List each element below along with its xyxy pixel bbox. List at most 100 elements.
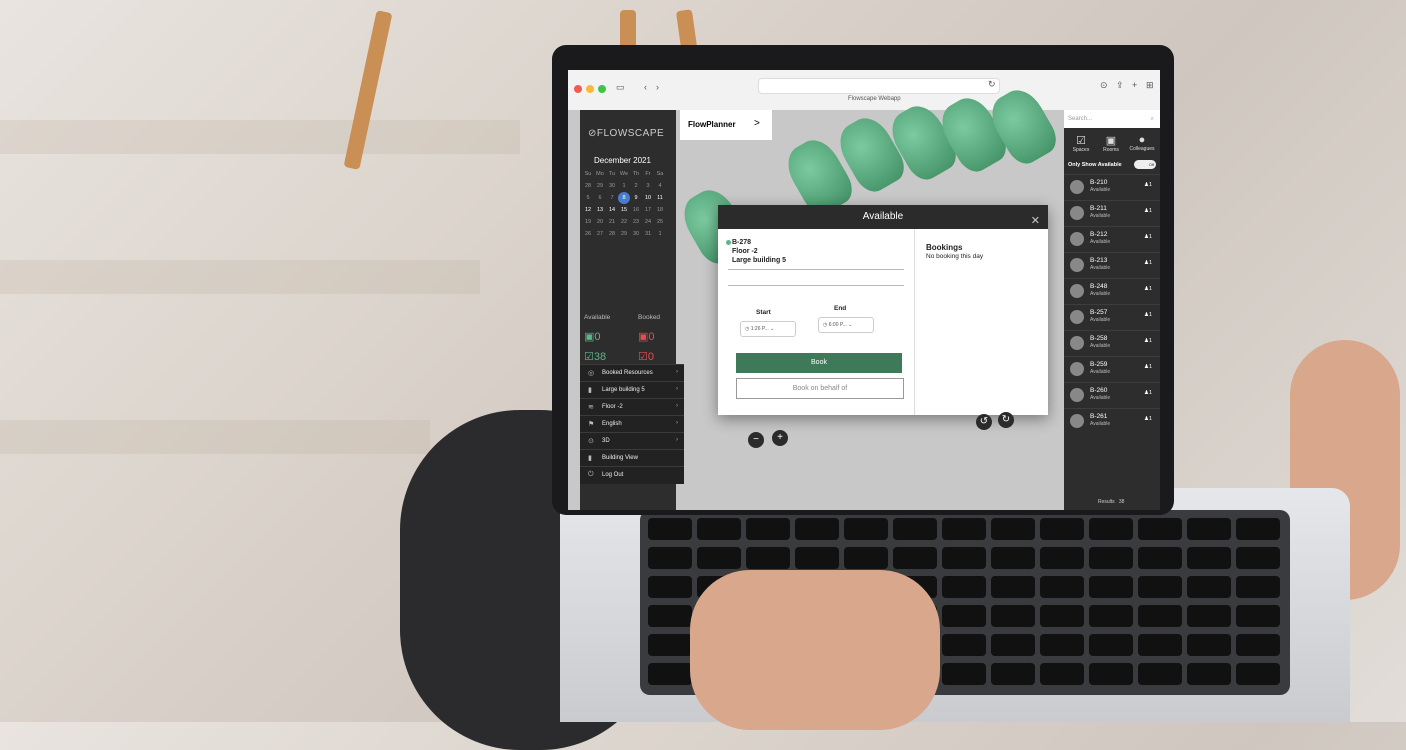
chevron-right-icon: › (676, 369, 678, 375)
menu-3d[interactable]: ⊙ 3D › (580, 432, 684, 450)
calendar-day[interactable]: 29 (594, 180, 606, 192)
calendar-day[interactable]: 2 (630, 180, 642, 192)
flowplanner-bar[interactable]: FlowPlanner > (680, 110, 772, 140)
rotate-left-button[interactable]: ↺ (976, 414, 992, 430)
address-bar[interactable] (758, 78, 1000, 94)
calendar-day[interactable]: 1 (618, 180, 630, 192)
list-item[interactable]: B-248 Available ♟1 (1064, 278, 1160, 304)
calendar-day[interactable]: 30 (606, 180, 618, 192)
calendar-day[interactable]: 30 (630, 228, 642, 240)
zoom-out-button[interactable]: − (748, 432, 764, 448)
minimize-window-button[interactable] (586, 85, 594, 93)
keyboard-key (1040, 518, 1084, 540)
weekday-label: Fr (645, 171, 651, 177)
calendar-day[interactable]: 14 (606, 204, 618, 216)
calendar-day[interactable]: 5 (582, 192, 594, 204)
book-on-behalf-button[interactable]: Book on behalf of (736, 378, 904, 399)
calendar-day[interactable]: 20 (594, 216, 606, 228)
tab-rooms[interactable]: ▣ Rooms (1096, 134, 1126, 153)
calendar-day[interactable]: 17 (642, 204, 654, 216)
calendar-day[interactable]: 22 (618, 216, 630, 228)
calendar-day[interactable]: 28 (582, 180, 594, 192)
tabs-overview-icon[interactable]: ⊞ (1146, 80, 1154, 91)
calendar-day[interactable]: 3 (642, 180, 654, 192)
list-item[interactable]: B-212 Available ♟1 (1064, 226, 1160, 252)
download-icon[interactable]: ⊙ (1100, 80, 1108, 91)
menu-booked-resources[interactable]: ◎ Booked Resources › (580, 364, 684, 382)
list-item[interactable]: B-213 Available ♟1 (1064, 252, 1160, 278)
list-item[interactable]: B-211 Available ♟1 (1064, 200, 1160, 226)
new-tab-icon[interactable]: + (1132, 80, 1137, 90)
close-window-button[interactable] (574, 85, 582, 93)
list-item[interactable]: B-210 Available ♟1 (1064, 174, 1160, 200)
tab-colleagues[interactable]: ● Colleagues (1127, 134, 1157, 152)
menu-building[interactable]: ▮ Large building 5 › (580, 381, 684, 399)
keyboard-key (1089, 518, 1133, 540)
3d-icon: ⊙ (588, 438, 594, 445)
calendar-day[interactable]: 28 (606, 228, 618, 240)
keyboard-key (1040, 576, 1084, 598)
sidebar-toggle-icon[interactable]: ▭ (616, 82, 625, 93)
keyboard-key (1138, 634, 1182, 656)
calendar-day[interactable]: 19 (582, 216, 594, 228)
power-icon: ⏻ (588, 471, 594, 478)
calendar-day[interactable]: 25 (654, 216, 666, 228)
calendar-day[interactable]: 13 (594, 204, 606, 216)
keyboard-key (648, 605, 692, 627)
list-item[interactable]: B-257 Available ♟1 (1064, 304, 1160, 330)
calendar-day[interactable]: 29 (618, 228, 630, 240)
keyboard-key (1187, 547, 1231, 569)
keyboard-key (697, 518, 741, 540)
calendar-day[interactable]: 4 (654, 180, 666, 192)
calendar-day[interactable]: 12 (582, 204, 594, 216)
calendar-day[interactable]: 31 (642, 228, 654, 240)
menu-floor[interactable]: ≋ Floor -2 › (580, 398, 684, 416)
tab-spaces[interactable]: ☑ Spaces (1066, 134, 1096, 153)
calendar-day[interactable]: 24 (642, 216, 654, 228)
booked-spaces-value: 0 (647, 351, 654, 363)
back-icon[interactable]: ‹ (644, 82, 647, 92)
calendar-day[interactable]: 15 (618, 204, 630, 216)
calendar-day-selected[interactable]: 8 (618, 192, 630, 204)
floor-plank (0, 260, 480, 294)
calendar-day[interactable]: 9 (630, 192, 642, 204)
calendar-day[interactable]: 6 (594, 192, 606, 204)
resource-name: B-257 (1090, 309, 1108, 316)
start-time-select[interactable]: ◷ 1:26 P... ⌄ (740, 321, 796, 337)
list-item[interactable]: B-260 Available ♟1 (1064, 382, 1160, 408)
tab-label: Spaces (1072, 147, 1090, 153)
close-icon[interactable]: ✕ (1031, 209, 1040, 233)
only-available-toggle[interactable]: Off (1134, 160, 1156, 169)
booked-label: Booked (638, 314, 661, 321)
maximize-window-button[interactable] (598, 85, 606, 93)
list-item[interactable]: B-261 Available ♟1 (1064, 408, 1160, 434)
book-button[interactable]: Book (736, 353, 902, 373)
forward-icon[interactable]: › (656, 82, 659, 92)
menu-building-view[interactable]: ▮ Building View (580, 449, 684, 467)
calendar-day[interactable]: 1 (654, 228, 666, 240)
menu-language[interactable]: ⚑ English › (580, 415, 684, 433)
calendar-day[interactable]: 18 (654, 204, 666, 216)
end-time-select[interactable]: ◷ 6:00 P... ⌄ (818, 317, 874, 333)
share-icon[interactable]: ⇪ (1116, 80, 1124, 91)
calendar-day[interactable]: 21 (606, 216, 618, 228)
list-item[interactable]: B-259 Available ♟1 (1064, 356, 1160, 382)
resource-floor: Floor -2 (732, 248, 758, 255)
calendar-day[interactable]: 11 (654, 192, 666, 204)
keyboard-key (844, 547, 888, 569)
calendar-day[interactable]: 27 (594, 228, 606, 240)
reload-icon[interactable]: ↻ (988, 79, 996, 90)
search-input[interactable]: Search... ⌕ (1064, 110, 1160, 128)
calendar-day[interactable]: 10 (642, 192, 654, 204)
menu-log-out[interactable]: ⏻ Log Out (580, 466, 684, 484)
zoom-in-button[interactable]: + (772, 430, 788, 446)
calendar-day[interactable]: 23 (630, 216, 642, 228)
calendar-day[interactable]: 16 (630, 204, 642, 216)
list-item[interactable]: B-258 Available ♟1 (1064, 330, 1160, 356)
chevron-right-icon[interactable]: > (754, 118, 760, 129)
rotate-right-button[interactable]: ↻ (998, 412, 1014, 428)
weekday-label: We (619, 171, 629, 177)
calendar-day[interactable]: 26 (582, 228, 594, 240)
calendar-day[interactable]: 7 (606, 192, 618, 204)
menu-label: 3D (602, 438, 610, 444)
